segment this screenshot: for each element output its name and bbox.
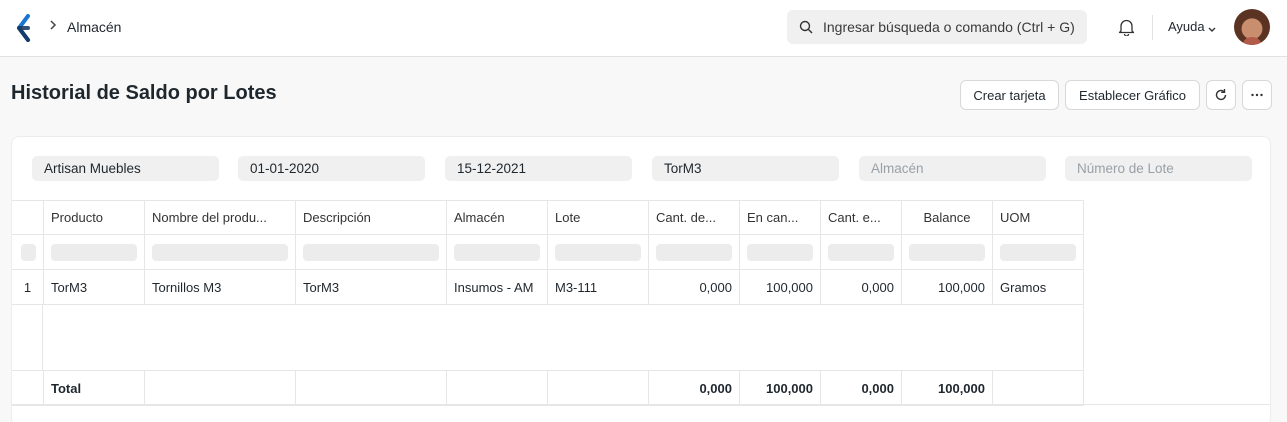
total-label: Total	[44, 371, 145, 406]
warehouse-filter[interactable]	[859, 156, 1046, 181]
column-filter-input[interactable]	[740, 235, 821, 270]
search-bar[interactable]	[787, 10, 1087, 44]
cell-lote[interactable]: M3-111	[548, 270, 649, 305]
cell-almacen[interactable]: Insumos - AM	[447, 270, 548, 305]
cell-uom[interactable]: Gramos	[993, 270, 1084, 305]
column-header-uom[interactable]: UOM	[993, 200, 1084, 235]
page-title: Historial de Saldo por Lotes	[11, 82, 277, 104]
more-icon	[1251, 93, 1263, 97]
to-date-filter[interactable]	[445, 156, 632, 181]
cell-balance[interactable]: 100,000	[902, 270, 993, 305]
column-filter-input[interactable]	[548, 235, 649, 270]
navbar-divider	[1152, 15, 1153, 40]
total-uom	[993, 371, 1084, 406]
more-options-button[interactable]	[1242, 80, 1272, 110]
total-cell	[447, 371, 548, 406]
cell-nombre[interactable]: Tornillos M3	[145, 270, 296, 305]
total-index-cell	[12, 371, 44, 406]
column-header-cant-de[interactable]: Cant. de...	[649, 200, 740, 235]
header-index-cell	[12, 200, 44, 235]
column-header-producto[interactable]: Producto	[44, 200, 145, 235]
refresh-icon	[1215, 89, 1227, 101]
chevron-down-icon[interactable]	[1207, 22, 1217, 37]
total-cant-de: 0,000	[649, 371, 740, 406]
breadcrumb-chevron-icon	[48, 18, 58, 35]
navbar: Almacén Ayuda	[0, 0, 1287, 57]
create-card-button[interactable]: Crear tarjeta	[960, 80, 1059, 110]
total-cell	[145, 371, 296, 406]
column-filter-input[interactable]	[902, 235, 993, 270]
column-filter-input[interactable]	[821, 235, 902, 270]
column-filter-input[interactable]	[296, 235, 447, 270]
column-filter-input[interactable]	[44, 235, 145, 270]
report-card: Producto Nombre del produ... Descripción…	[11, 136, 1271, 422]
column-filter-input[interactable]	[993, 235, 1084, 270]
set-chart-button[interactable]: Establecer Gráfico	[1065, 80, 1200, 110]
row-index: 1	[12, 270, 44, 305]
total-cell	[296, 371, 447, 406]
column-filter-input[interactable]	[649, 235, 740, 270]
filter-index-cell	[12, 235, 44, 270]
column-filter-input[interactable]	[145, 235, 296, 270]
from-date-filter[interactable]	[238, 156, 425, 181]
column-header-en-can[interactable]: En can...	[740, 200, 821, 235]
batch-number-filter[interactable]	[1065, 156, 1252, 181]
cell-producto[interactable]: TorM3	[44, 270, 145, 305]
column-filter-input[interactable]	[447, 235, 548, 270]
search-icon	[799, 20, 813, 34]
cell-descripcion[interactable]: TorM3	[296, 270, 447, 305]
company-filter[interactable]	[32, 156, 219, 181]
notification-bell-icon[interactable]	[1118, 18, 1135, 39]
grid-footer-border	[12, 404, 1270, 405]
search-input[interactable]	[823, 10, 1081, 44]
total-cant-e: 0,000	[821, 371, 902, 406]
grid-empty-space	[12, 305, 1084, 371]
refresh-button[interactable]	[1206, 80, 1236, 110]
total-en-can: 100,000	[740, 371, 821, 406]
total-cell	[548, 371, 649, 406]
column-header-nombre[interactable]: Nombre del produ...	[145, 200, 296, 235]
app-logo-icon[interactable]	[14, 14, 34, 42]
user-avatar[interactable]	[1234, 9, 1270, 45]
column-header-almacen[interactable]: Almacén	[447, 200, 548, 235]
cell-cant-e[interactable]: 0,000	[821, 270, 902, 305]
help-menu[interactable]: Ayuda	[1168, 19, 1205, 34]
cell-en-can[interactable]: 100,000	[740, 270, 821, 305]
column-header-balance[interactable]: Balance	[902, 200, 993, 235]
column-header-descripcion[interactable]: Descripción	[296, 200, 447, 235]
total-balance: 100,000	[902, 371, 993, 406]
column-header-lote[interactable]: Lote	[548, 200, 649, 235]
column-header-cant-e[interactable]: Cant. e...	[821, 200, 902, 235]
item-filter[interactable]	[652, 156, 839, 181]
cell-cant-de[interactable]: 0,000	[649, 270, 740, 305]
breadcrumb-almacen[interactable]: Almacén	[67, 19, 121, 35]
